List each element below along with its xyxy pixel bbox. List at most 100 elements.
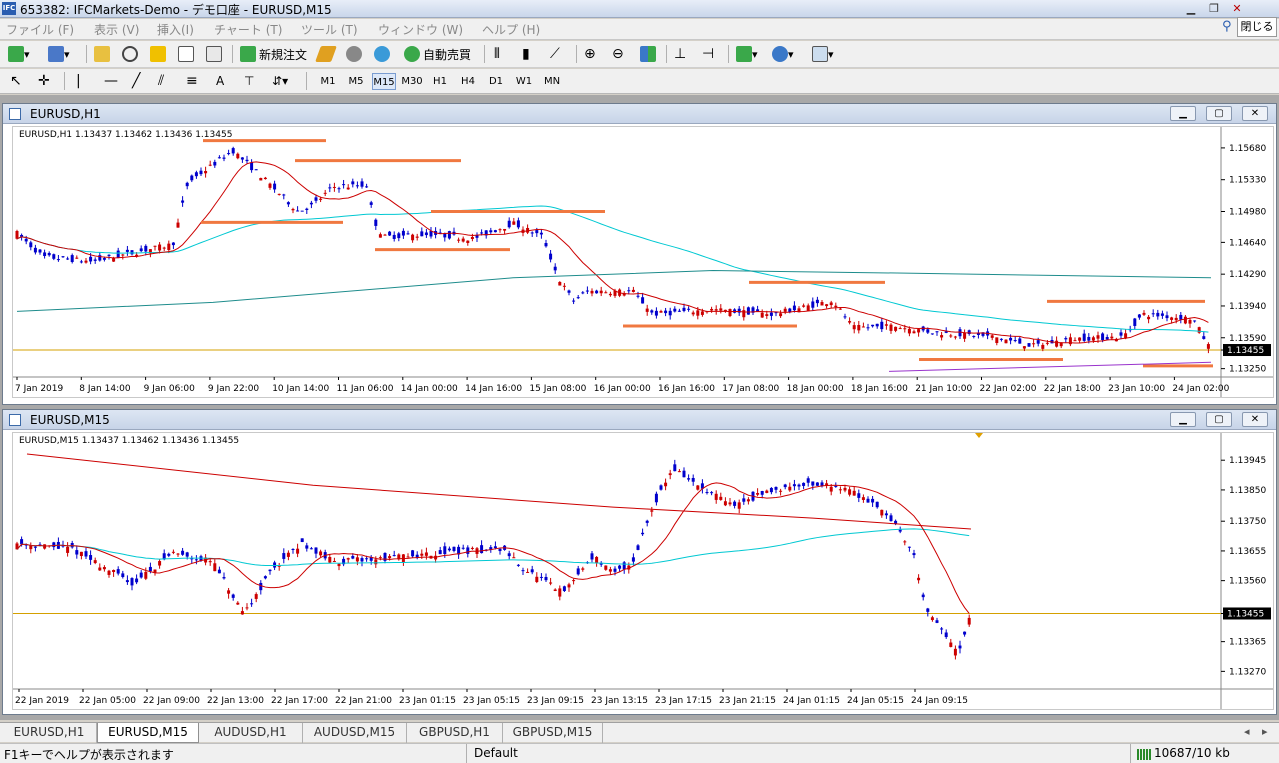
timeframe-m15[interactable]: M15: [372, 73, 396, 90]
meta-editor-button[interactable]: [315, 44, 337, 64]
candlestick-chart-h1[interactable]: EURUSD,H1 1.13437 1.13462 1.13436 1.1345…: [13, 127, 1273, 397]
vertical-line-icon: |: [76, 73, 81, 89]
text-label-button[interactable]: ⊤: [244, 71, 254, 91]
candle-body: [677, 471, 681, 473]
indicators-button[interactable]: ▾: [736, 44, 758, 64]
chart-minimize-button[interactable]: ▁: [1170, 412, 1196, 427]
terminal-button[interactable]: [178, 44, 194, 64]
chart-close-button[interactable]: ✕: [1242, 106, 1268, 121]
profiles-button[interactable]: ▾: [48, 44, 70, 64]
minimize-icon[interactable]: ▁: [1180, 1, 1202, 16]
text-button[interactable]: A: [216, 71, 224, 91]
timeframe-h4[interactable]: H4: [456, 73, 480, 90]
menu-file[interactable]: ファイル (F): [6, 21, 74, 38]
candle-body: [631, 289, 635, 292]
line-chart-icon: ⟋: [550, 46, 560, 62]
candle-body: [47, 252, 51, 256]
profiles-icon: [48, 46, 64, 62]
menu-tools[interactable]: ツール (T): [301, 21, 358, 38]
periods-button[interactable]: ▾: [772, 44, 794, 64]
tab-gbpusd-m15[interactable]: GBPUSD,M15: [503, 723, 603, 743]
time-label: 23 Jan 21:15: [719, 696, 776, 706]
tab-eurusd-h1[interactable]: EURUSD,H1: [2, 723, 97, 743]
menu-insert[interactable]: 挿入(I): [157, 21, 194, 38]
timeframe-w1[interactable]: W1: [512, 73, 536, 90]
search-icon[interactable]: ⚲: [1222, 19, 1232, 34]
tab-scroll-right-icon[interactable]: ▸: [1262, 725, 1268, 738]
tab-audusd-m15[interactable]: AUDUSD,M15: [303, 723, 407, 743]
menu-bar: ファイル (F) 表示 (V) 挿入(I) チャート (T) ツール (T) ウ…: [0, 19, 1279, 40]
menu-help[interactable]: ヘルプ (H): [482, 21, 540, 38]
candle-body: [1096, 335, 1100, 339]
candle-body: [208, 164, 212, 166]
auto-trading-button[interactable]: 自動売買: [404, 44, 471, 64]
zoom-out-button[interactable]: ⊖: [612, 44, 624, 64]
candle-body: [558, 588, 562, 597]
chart-maximize-button[interactable]: ▢: [1206, 412, 1232, 427]
templates-button[interactable]: ▾: [812, 44, 834, 64]
candle-body: [337, 188, 341, 190]
terminal-icon: [178, 46, 194, 62]
tester-button[interactable]: [206, 44, 222, 64]
candle-body: [296, 548, 300, 554]
new-order-button[interactable]: 新規注文: [240, 44, 307, 64]
chart-window-m15[interactable]: EURUSD,M15 ▁ ▢ ✕ EURUSD,M15 1.13437 1.13…: [2, 409, 1277, 715]
cursor-button[interactable]: ↖: [10, 71, 22, 91]
signals-button[interactable]: [346, 44, 362, 64]
candle-body: [240, 157, 244, 160]
favorites-button[interactable]: [150, 44, 166, 64]
candle-body: [66, 546, 70, 553]
candle-body: [765, 314, 769, 316]
line-chart-button[interactable]: ⟋: [550, 44, 560, 64]
market-watch-button[interactable]: [94, 44, 110, 64]
navigator-button[interactable]: [122, 44, 138, 64]
candle-body: [125, 580, 129, 583]
candle-chart-button[interactable]: ▮: [522, 44, 530, 64]
candle-body: [963, 332, 967, 339]
candle-body: [1151, 313, 1155, 315]
timeframe-mn[interactable]: MN: [540, 73, 564, 90]
chart-plot-h1[interactable]: EURUSD,H1 1.13437 1.13462 1.13436 1.1345…: [12, 126, 1274, 398]
timeframe-h1[interactable]: H1: [428, 73, 452, 90]
menu-chart[interactable]: チャート (T): [214, 21, 282, 38]
candlestick-chart-m15[interactable]: EURUSD,M15 1.13437 1.13462 1.13436 1.134…: [13, 433, 1273, 709]
candle-body: [728, 309, 732, 317]
candle-body: [296, 210, 300, 212]
zoom-in-button[interactable]: ⊕: [584, 44, 596, 64]
new-chart-button[interactable]: ▾: [8, 44, 30, 64]
chart-shift-button[interactable]: ⊣: [702, 44, 714, 64]
chart-close-button[interactable]: ✕: [1242, 412, 1268, 427]
restore-icon[interactable]: ❐: [1203, 1, 1225, 16]
candle-body: [1183, 316, 1187, 324]
chart-plot-m15[interactable]: EURUSD,M15 1.13437 1.13462 1.13436 1.134…: [12, 432, 1274, 710]
candle-body: [535, 230, 539, 234]
crosshair-button[interactable]: ✛: [38, 71, 50, 91]
close-icon[interactable]: ✕: [1226, 1, 1248, 16]
arrows-button[interactable]: ⇵ ▾: [272, 71, 288, 91]
tab-eurusd-m15[interactable]: EURUSD,M15: [97, 723, 199, 743]
auto-scroll-button[interactable]: ⊥: [674, 44, 686, 64]
price-label: 1.14290: [1229, 270, 1266, 280]
bar-chart-button[interactable]: ⫴: [494, 44, 500, 64]
community-button[interactable]: [374, 44, 390, 64]
trendline-button[interactable]: ╱: [132, 71, 140, 91]
candle-body: [360, 558, 364, 562]
timeframe-d1[interactable]: D1: [484, 73, 508, 90]
chart-minimize-button[interactable]: ▁: [1170, 106, 1196, 121]
chart-maximize-button[interactable]: ▢: [1206, 106, 1232, 121]
timeframe-m30[interactable]: M30: [400, 73, 424, 90]
menu-view[interactable]: 表示 (V): [94, 21, 139, 38]
menu-window[interactable]: ウィンドウ (W): [378, 21, 463, 38]
fibonacci-button[interactable]: ≡: [186, 71, 198, 91]
tab-audusd-h1[interactable]: AUDUSD,H1: [199, 723, 303, 743]
tile-windows-button[interactable]: [640, 44, 656, 64]
horizontal-line-button[interactable]: —: [104, 71, 118, 91]
chart-window-h1[interactable]: EURUSD,H1 ▁ ▢ ✕ EURUSD,H1 1.13437 1.1346…: [2, 103, 1277, 405]
tab-scroll-left-icon[interactable]: ◂: [1244, 725, 1250, 738]
timeframe-m5[interactable]: M5: [344, 73, 368, 90]
candle-body: [604, 292, 608, 294]
channel-button[interactable]: ⫽: [158, 71, 164, 91]
timeframe-m1[interactable]: M1: [316, 73, 340, 90]
vertical-line-button[interactable]: |: [76, 71, 81, 91]
tab-gbpusd-h1[interactable]: GBPUSD,H1: [407, 723, 503, 743]
